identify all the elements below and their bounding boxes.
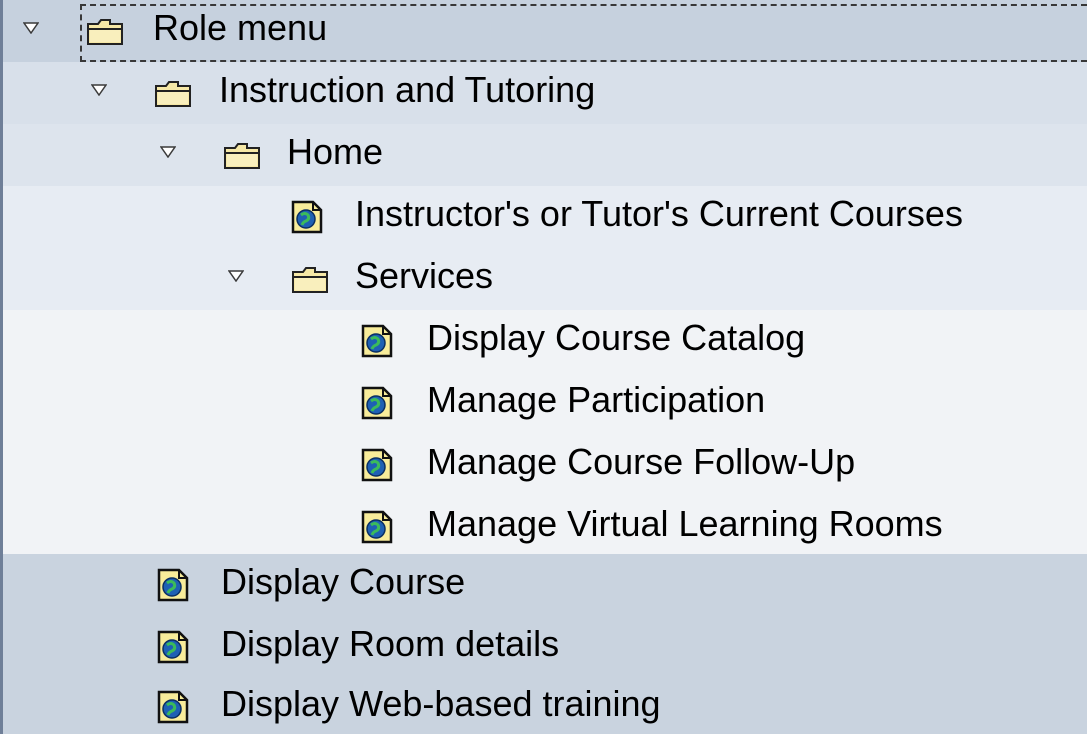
tree-node-label: Role menu (153, 7, 328, 48)
role-menu-screen: Role menu Instruction and Tutoring Home … (0, 0, 1087, 734)
tree-node-services[interactable]: Services (3, 248, 1087, 310)
folder-icon (292, 267, 328, 293)
folder-icon (87, 19, 123, 45)
tree-node-display-course-catalog[interactable]: Display Course Catalog (3, 310, 1087, 372)
folder-icon (155, 81, 191, 107)
tree-node-label: Services (355, 255, 494, 296)
tree-node-label: Manage Course Follow-Up (427, 441, 856, 482)
role-menu-tree: Role menu Instruction and Tutoring Home … (3, 0, 1087, 734)
tree-node-label: Display Course (221, 561, 466, 602)
web-service-icon (361, 324, 393, 358)
tree-node-instruction-and-tutoring[interactable]: Instruction and Tutoring (3, 62, 1087, 124)
tree-node-label: Display Web-based training (221, 683, 661, 724)
web-service-icon (157, 690, 189, 724)
tree-node-display-room-details[interactable]: Display Room details (3, 616, 1087, 678)
triangle-down-icon[interactable] (228, 270, 244, 282)
tree-node-manage-course-follow-up[interactable]: Manage Course Follow-Up (3, 434, 1087, 496)
web-service-icon (291, 200, 323, 234)
tree-node-label: Instructor's or Tutor's Current Courses (355, 193, 963, 234)
tree-node-label: Display Room details (221, 623, 560, 664)
tree-node-label: Home (287, 131, 384, 172)
tree-node-display-web-based-training[interactable]: Display Web-based training (3, 676, 1087, 734)
tree-node-label: Display Course Catalog (427, 317, 806, 358)
tree-node-manage-participation[interactable]: Manage Participation (3, 372, 1087, 434)
tree-node-label: Manage Virtual Learning Rooms (427, 503, 943, 544)
web-service-icon (361, 386, 393, 420)
tree-node-current-courses[interactable]: Instructor's or Tutor's Current Courses (3, 186, 1087, 248)
tree-node-role-menu[interactable]: Role menu (3, 0, 1087, 62)
triangle-down-icon[interactable] (160, 146, 176, 158)
folder-icon (224, 143, 260, 169)
tree-node-home[interactable]: Home (3, 124, 1087, 186)
tree-node-label: Manage Participation (427, 379, 766, 420)
tree-node-label: Instruction and Tutoring (219, 69, 596, 110)
web-service-icon (361, 510, 393, 544)
web-service-icon (157, 630, 189, 664)
triangle-down-icon[interactable] (23, 22, 39, 34)
tree-node-manage-virtual-learning-rooms[interactable]: Manage Virtual Learning Rooms (3, 496, 1087, 558)
web-service-icon (157, 568, 189, 602)
web-service-icon (361, 448, 393, 482)
tree-node-display-course[interactable]: Display Course (3, 554, 1087, 616)
triangle-down-icon[interactable] (91, 84, 107, 96)
